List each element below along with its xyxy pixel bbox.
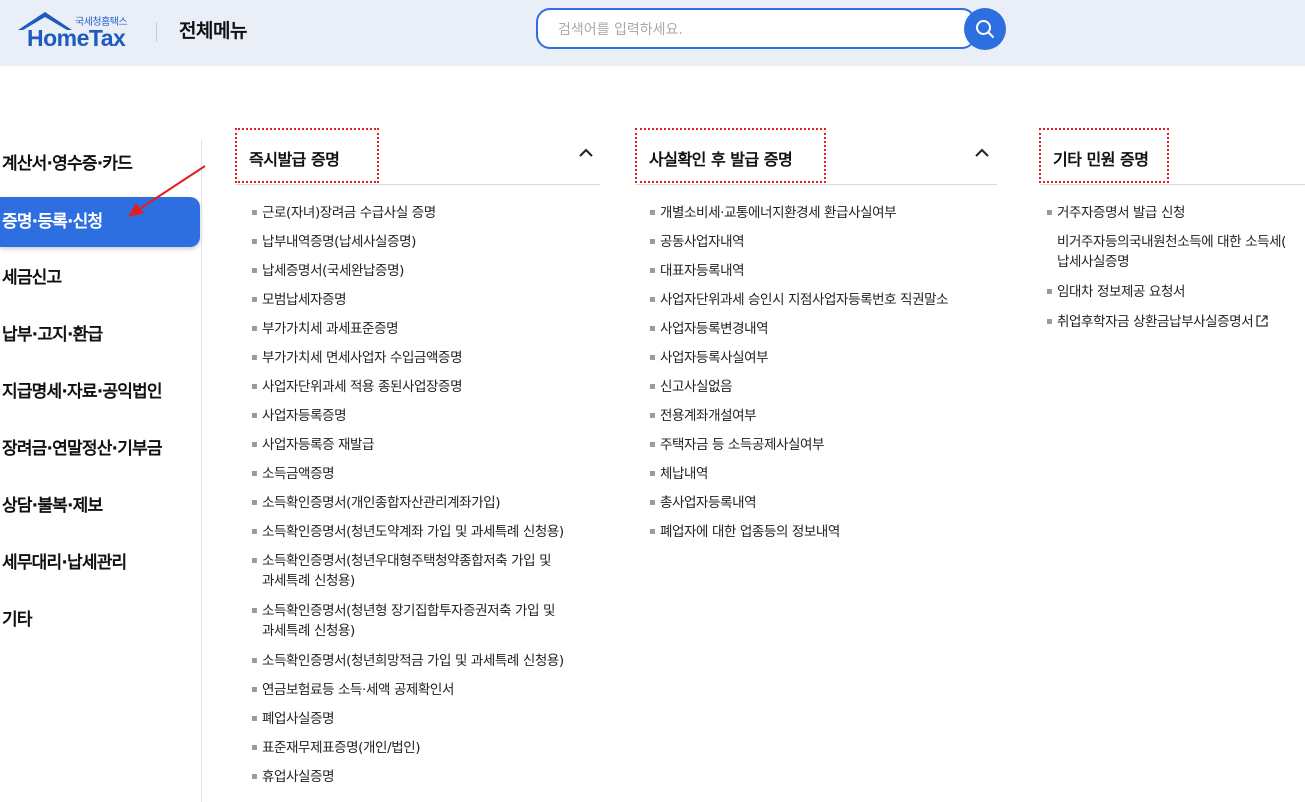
list-item[interactable]: ▪ 모범납세자증명 — [251, 290, 347, 310]
list-item[interactable]: ▪ 체납내역 — [649, 464, 708, 484]
external-link-icon — [1256, 315, 1268, 327]
sidebar-item-etc[interactable]: 기타 — [0, 595, 200, 645]
header-divider — [156, 22, 157, 42]
list-item[interactable]: ▪ 공동사업자내역 — [649, 232, 745, 252]
chevron-up-icon[interactable] — [578, 145, 594, 161]
page-title: 전체메뉴 — [179, 20, 247, 42]
list-item[interactable]: ▪ 부가가치세 면세사업자 수입금액증명 — [251, 348, 463, 368]
search-button[interactable] — [964, 8, 1006, 50]
hometax-logo[interactable]: 국세청홈택스 HomeTax — [15, 10, 139, 51]
sidebar-divider — [201, 140, 202, 802]
list-item[interactable]: ▪ 납세증명서(국세완납증명) — [251, 261, 404, 281]
list-item[interactable]: ▪ 대표자등록내역 — [649, 261, 745, 281]
list-item[interactable]: ▪비거주자등의국내원천소득에 대한 소득세(납세사실증명 — [1057, 232, 1305, 272]
list-item[interactable]: ▪ 소득금액증명 — [251, 464, 335, 484]
sidebar-item-tax-report[interactable]: 세금신고 — [0, 253, 200, 303]
chevron-up-icon[interactable] — [974, 145, 990, 161]
list-item[interactable]: ▪ 부가가치세 과세표준증명 — [251, 319, 399, 339]
search-input[interactable] — [556, 18, 960, 42]
sidebar-item-tax-agent[interactable]: 세무대리·납세관리 — [0, 538, 200, 588]
list-item[interactable]: ▪ 소득확인증명서(청년희망적금 가입 및 과세특례 신청용) — [251, 651, 564, 671]
list-item[interactable]: ▪ 소득확인증명서(청년도약계좌 가입 및 과세특례 신청용) — [251, 522, 564, 542]
list-item[interactable]: ▪ 전용계좌개설여부 — [649, 406, 757, 426]
list-item[interactable]: ▪ 휴업사실증명 — [251, 767, 335, 787]
logo-title: HomeTax — [27, 25, 126, 51]
column-title-3: 기타 민원 증명 — [1039, 128, 1169, 183]
sidebar-item-certificate[interactable]: 증명·등록·신청 — [0, 197, 200, 247]
list-item[interactable]: ▪ 폐업사실증명 — [251, 709, 335, 729]
list-item[interactable]: ▪ 임대차 정보제공 요청서 — [1046, 282, 1185, 302]
list-item[interactable]: ▪ 사업자등록변경내역 — [649, 319, 769, 339]
search-box — [536, 8, 976, 49]
list-item[interactable]: ▪ 주택자금 등 소득공제사실여부 — [649, 435, 824, 455]
list-item[interactable]: ▪ 신고사실없음 — [649, 377, 733, 397]
sidebar-item-statements[interactable]: 지급명세·자료·공익법인 — [0, 367, 200, 417]
list-item[interactable]: ▪ 표준재무제표증명(개인/법인) — [251, 738, 421, 758]
sidebar-item-payment[interactable]: 납부·고지·환급 — [0, 310, 200, 360]
sidebar-item-consulting[interactable]: 상담·불복·제보 — [0, 481, 200, 531]
list-item[interactable]: ▪ 납부내역증명(납세사실증명) — [251, 232, 416, 252]
list-item[interactable]: ▪ 총사업자등록내역 — [649, 493, 757, 513]
list-item[interactable]: ▪ 사업자등록증 재발급 — [251, 435, 374, 455]
list-item[interactable]: ▪ 근로(자녀)장려금 수급사실 증명 — [251, 203, 436, 223]
column-title-1: 즉시발급 증명 — [235, 128, 379, 183]
list-item[interactable]: ▪ 연금보험료등 소득·세액 공제확인서 — [251, 680, 454, 700]
sidebar-item-incentives[interactable]: 장려금·연말정산·기부금 — [0, 424, 200, 474]
list-item[interactable]: ▪ 폐업자에 대한 업종등의 정보내역 — [649, 522, 840, 542]
list-item[interactable]: ▪ 사업자단위과세 적용 종된사업장증명 — [251, 377, 463, 397]
header: 국세청홈택스 HomeTax 전체메뉴 — [0, 0, 1305, 66]
list-item[interactable]: ▪ 사업자단위과세 승인시 지점사업자등록번호 직권말소 — [649, 290, 949, 310]
list-item[interactable]: ▪ 소득확인증명서(개인종합자산관리계좌가입) — [251, 493, 501, 513]
search-icon — [976, 20, 994, 38]
list-item[interactable]: ▪ 개별소비세·교통에너지환경세 환급사실여부 — [649, 203, 897, 223]
list-item[interactable]: ▪ 소득확인증명서(청년우대형주택청약종합저축 가입 및 과세특례 신청용) — [251, 551, 552, 591]
list-item[interactable]: ▪ 사업자등록증명 — [251, 406, 347, 426]
list-item[interactable]: ▪ 거주자증명서 발급 신청 — [1046, 203, 1185, 223]
list-item[interactable]: ▪ 사업자등록사실여부 — [649, 348, 769, 368]
list-item[interactable]: ▪ 소득확인증명서(청년형 장기집합투자증권저축 가입 및 과세특례 신청용) — [251, 601, 555, 641]
sidebar-item-invoice[interactable]: 계산서·영수증·카드 — [0, 139, 200, 189]
column-title-2: 사실확인 후 발급 증명 — [635, 128, 826, 183]
list-item[interactable]: ▪ 취업후학자금 상환금납부사실증명서 — [1046, 312, 1269, 332]
